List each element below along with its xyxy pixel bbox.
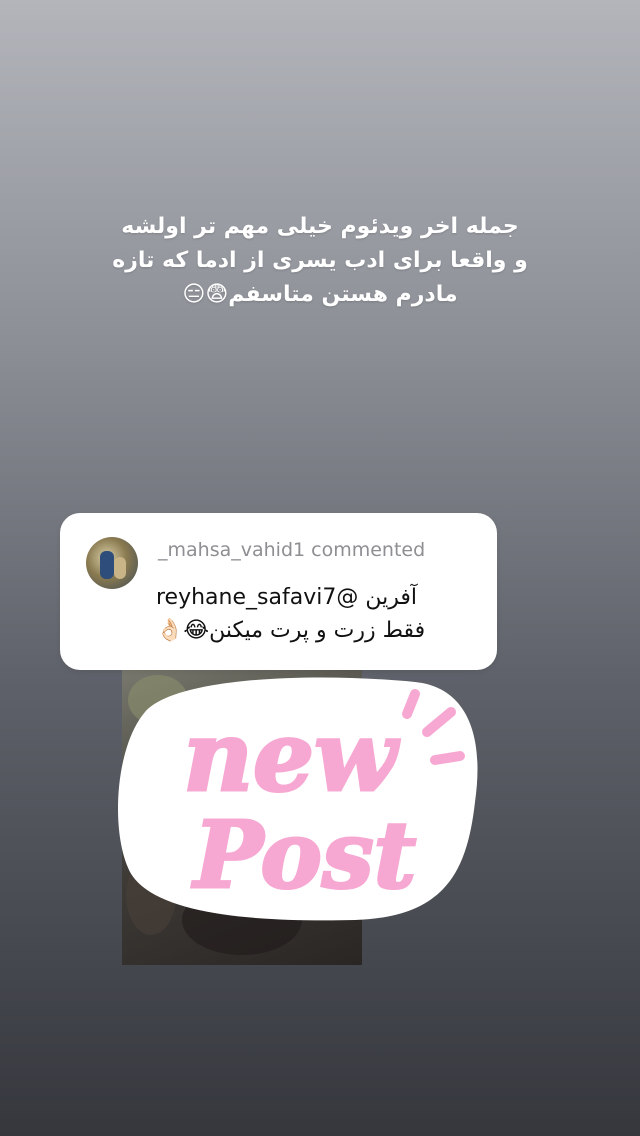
caption-line-2: و واقعا برای ادب یسری از ادما که تازه: [112, 248, 528, 273]
new-post-sticker[interactable]: new Post: [115, 672, 480, 922]
caption-line-1: جمله اخر ویدئوم خیلی مهم تر اولشه: [121, 214, 519, 239]
comment-action: commented: [311, 539, 426, 561]
caption-line-3: مادرم هستن متاسفم😨😑: [182, 282, 458, 307]
comment-line-2: فقط زرت و پرت میکنن😂👌🏻: [156, 618, 426, 643]
comment-card[interactable]: _mahsa_vahid1 commented آفرین @reyhane_s…: [60, 513, 497, 670]
story-caption: جمله اخر ویدئوم خیلی مهم تر اولشه و واقع…: [70, 210, 570, 312]
sticker-text-new: new: [183, 700, 400, 813]
comment-line-1: آفرین @reyhane_safavi7: [156, 585, 417, 610]
comment-username[interactable]: _mahsa_vahid1: [158, 539, 305, 561]
avatar[interactable]: [86, 537, 138, 589]
sticker-text-post: Post: [191, 801, 416, 909]
comment-body: آفرین @reyhane_safavi7 فقط زرت و پرت میک…: [156, 581, 476, 647]
comment-header: _mahsa_vahid1 commented: [158, 539, 425, 561]
